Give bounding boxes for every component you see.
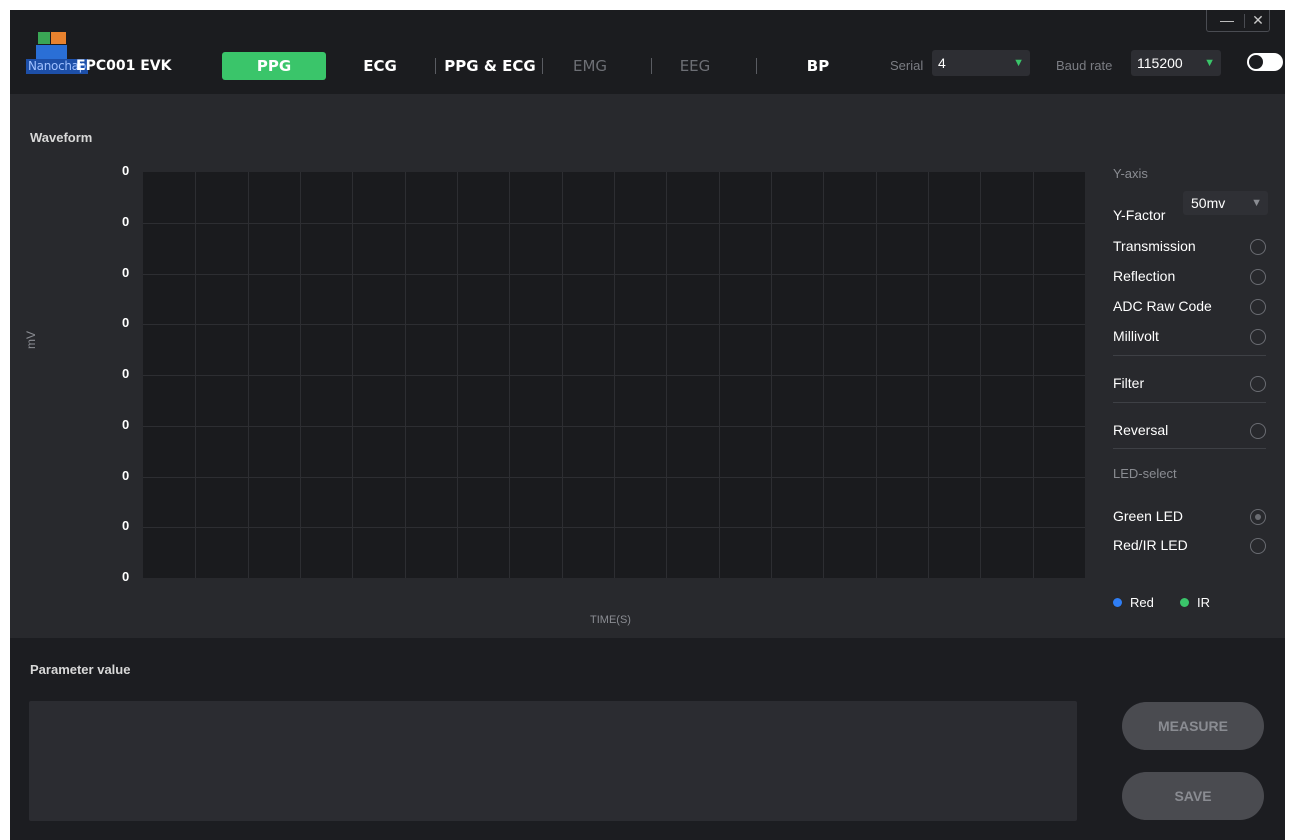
logo-blue-block: [36, 45, 67, 59]
legend-red-dot: [1113, 598, 1122, 607]
y-tick-label: 0: [122, 315, 130, 330]
parameter-section: Parameter value MEASURE SAVE: [10, 638, 1285, 840]
save-button[interactable]: SAVE: [1122, 772, 1264, 820]
y-tick-label: 0: [122, 163, 130, 178]
tab-separator: [756, 58, 757, 74]
plot-grid-hline: [143, 527, 1085, 528]
baud-rate-value: 115200: [1137, 55, 1183, 71]
y-tick-label: 0: [122, 569, 130, 584]
baud-rate-select[interactable]: 115200 ▼: [1131, 50, 1221, 76]
tab-ppg-ecg[interactable]: PPG & ECG: [440, 52, 540, 80]
serial-value: 4: [938, 55, 946, 71]
tab-ecg[interactable]: ECG: [350, 52, 410, 80]
plot-grid-hline: [143, 324, 1085, 325]
filter-radio[interactable]: [1250, 376, 1266, 392]
option-reflection-label: Reflection: [1113, 268, 1176, 284]
legend-ir: IR: [1180, 595, 1210, 610]
y-tick-label: 0: [122, 265, 130, 280]
green-led-radio[interactable]: [1250, 509, 1266, 525]
serial-select[interactable]: 4 ▼: [932, 50, 1030, 76]
y-factor-value: 50mv: [1191, 195, 1226, 211]
green-led-label: Green LED: [1113, 508, 1184, 524]
panel-divider: [1113, 355, 1266, 356]
red-ir-led-label: Red/IR LED: [1113, 537, 1188, 553]
minimize-icon[interactable]: —: [1217, 10, 1237, 30]
red-ir-led-radio[interactable]: [1250, 538, 1266, 554]
waveform-plot[interactable]: [143, 172, 1085, 578]
waveform-section: Waveform 0 0 0 0 0 0 0 0 0 mV TIME(S) Y-axis Y-F…: [10, 94, 1285, 638]
tab-eeg[interactable]: EEG: [670, 52, 720, 80]
tab-emg[interactable]: EMG: [565, 52, 615, 80]
option-millivolt-label: Millivolt: [1113, 328, 1159, 344]
y-tick-label: 0: [122, 468, 130, 483]
y-tick-label: 0: [122, 417, 130, 432]
reversal-radio[interactable]: [1250, 423, 1266, 439]
plot-grid-hline: [143, 375, 1085, 376]
panel-divider: [1113, 402, 1266, 403]
baud-rate-label: Baud rate: [1056, 58, 1113, 73]
plot-grid-hline: [143, 477, 1085, 478]
serial-label: Serial: [890, 58, 924, 73]
reversal-label: Reversal: [1113, 422, 1169, 438]
led-select-header: LED-select: [1113, 466, 1177, 481]
x-axis-label: TIME(S): [590, 614, 631, 626]
plot-grid-hline: [143, 426, 1085, 427]
measure-button[interactable]: MEASURE: [1122, 702, 1264, 750]
chevron-down-icon: ▼: [1013, 57, 1024, 69]
header-bar: Nanochap EPC001 EVK PPG ECG PPG & ECG EM…: [10, 10, 1285, 94]
legend-red: Red: [1113, 595, 1154, 610]
window-controls-divider: [1244, 14, 1245, 28]
plot-grid-hline: [143, 274, 1085, 275]
y-axis-header: Y-axis: [1113, 166, 1148, 181]
panel-divider: [1113, 448, 1266, 449]
app-window: Nanochap EPC001 EVK PPG ECG PPG & ECG EM…: [10, 10, 1285, 840]
chevron-down-icon: ▼: [1251, 197, 1262, 209]
logo-orange-square: [51, 32, 66, 44]
option-millivolt-radio[interactable]: [1250, 329, 1266, 345]
filter-label: Filter: [1113, 375, 1145, 391]
y-axis-label: mV: [24, 331, 38, 349]
logo-green-square: [38, 32, 50, 44]
y-tick-label: 0: [122, 366, 130, 381]
legend-ir-dot: [1180, 598, 1189, 607]
y-factor-label: Y-Factor: [1113, 207, 1166, 223]
option-transmission-label: Transmission: [1113, 238, 1196, 254]
legend-red-label: Red: [1130, 595, 1154, 610]
option-adc-raw-code-radio[interactable]: [1250, 299, 1266, 315]
tab-separator: [651, 58, 652, 74]
parameter-title: Parameter value: [30, 662, 131, 677]
tab-separator: [542, 58, 543, 74]
y-tick-label: 0: [122, 518, 130, 533]
product-name: EPC001 EVK: [76, 58, 172, 74]
plot-grid-hline: [143, 223, 1085, 224]
waveform-title: Waveform: [30, 130, 93, 145]
toggle-knob: [1249, 55, 1263, 69]
tab-ppg[interactable]: PPG: [222, 52, 326, 80]
option-transmission-radio[interactable]: [1250, 239, 1266, 255]
tab-separator: [435, 58, 436, 74]
option-reflection-radio[interactable]: [1250, 269, 1266, 285]
chevron-down-icon: ▼: [1204, 57, 1215, 69]
window-controls: — ✕: [1206, 10, 1270, 32]
option-adc-raw-code-label: ADC Raw Code: [1113, 298, 1212, 314]
connect-toggle[interactable]: [1247, 53, 1283, 71]
close-icon[interactable]: ✕: [1247, 10, 1269, 30]
y-factor-select[interactable]: 50mv ▼: [1183, 191, 1268, 215]
legend-ir-label: IR: [1197, 595, 1210, 610]
y-tick-label: 0: [122, 214, 130, 229]
parameter-value-box: [29, 701, 1077, 821]
tab-bp[interactable]: BP: [798, 52, 838, 80]
